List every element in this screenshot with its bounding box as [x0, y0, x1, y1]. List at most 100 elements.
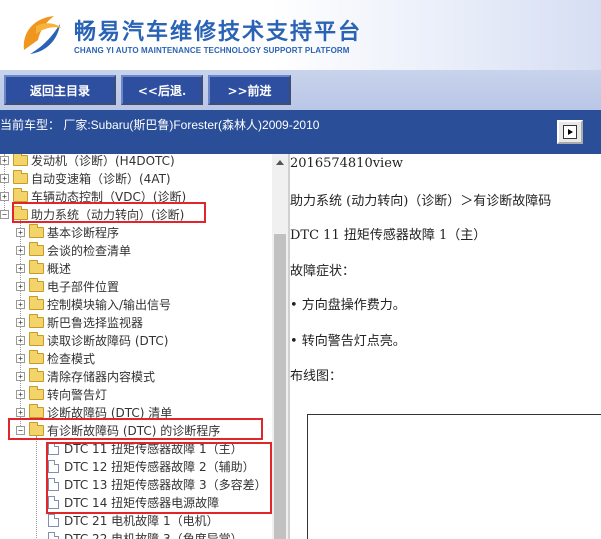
folder-icon — [29, 349, 44, 364]
document-icon — [48, 495, 59, 509]
tree-item-transmission[interactable]: + 自动变速箱（诊断）(4AT) — [0, 169, 171, 187]
document-icon — [48, 513, 59, 527]
expand-icon — [563, 125, 577, 139]
tree-item-label: 读取诊断故障码 (DTC) — [47, 333, 169, 348]
tree-item-label: 发动机（诊断）(H4DOTC) — [31, 154, 175, 168]
tree-item-label: 基本诊断程序 — [47, 225, 120, 240]
tree-item-label: 诊断故障码 (DTC) 清单 — [47, 405, 173, 420]
tree-item-dtc-procedures[interactable]: − 有诊断故障码 (DTC) 的诊断程序 — [16, 421, 220, 439]
dtc-title: DTC 11 扭矩传感器故障 1（主） — [290, 228, 487, 243]
tree-item-power-steering[interactable]: − 助力系统（动力转向）(诊断) — [0, 205, 184, 223]
tree-item[interactable]: + 读取诊断故障码 (DTC) — [16, 331, 168, 349]
home-button[interactable]: 返回主目录 — [4, 75, 116, 105]
tree-item-label: DTC 13 扭矩传感器故障 3（多容差） — [64, 477, 267, 492]
tree-item[interactable]: + 电子部件位置 — [16, 277, 119, 295]
app-title: 畅易汽车维修技术支持平台 — [74, 20, 363, 45]
folder-icon — [29, 241, 44, 256]
tree-item[interactable]: + 检查模式 — [16, 349, 95, 367]
symptom-item: • 方向盘操作费力。 — [290, 298, 406, 313]
expand-icon[interactable]: + — [16, 371, 25, 381]
folder-icon — [29, 403, 44, 418]
symptom-item: • 转向警告灯点亮。 — [290, 334, 406, 349]
toggle-pane-button[interactable] — [557, 120, 583, 144]
tree-item-label: DTC 12 扭矩传感器故障 2（辅助） — [64, 459, 255, 474]
symptom-label: 故障症状： — [290, 264, 356, 279]
tree-item[interactable]: + 诊断故障码 (DTC) 清单 — [16, 403, 172, 421]
tree-doc-dtc-14[interactable]: DTC 14 扭矩传感器电源故障 — [48, 493, 219, 511]
tree-doc-dtc-21[interactable]: DTC 21 电机故障 1（电机） — [48, 511, 219, 529]
document-icon — [48, 459, 59, 473]
folder-icon — [13, 169, 28, 184]
expand-icon[interactable]: + — [16, 407, 25, 417]
tree-item-label: 转向警告灯 — [47, 387, 108, 402]
expand-icon[interactable]: + — [16, 299, 25, 309]
forward-button[interactable]: >>前进 — [208, 75, 291, 105]
expand-icon[interactable]: + — [16, 317, 25, 327]
vehicle-bar: 当前车型： 厂家:Subaru(斯巴鲁)Forester(森林人)2009-20… — [0, 110, 601, 154]
folder-icon — [13, 154, 28, 166]
document-icon — [48, 441, 59, 455]
tree-item-label: 清除存储器内容模式 — [47, 369, 156, 384]
tree-item[interactable]: + 概述 — [16, 259, 71, 277]
tree-item-label: DTC 11 扭矩传感器故障 1（主） — [64, 441, 243, 456]
app-subtitle: CHANG YI AUTO MAINTENANCE TECHNOLOGY SUP… — [74, 46, 350, 55]
tree-item-label: 控制模块输入/输出信号 — [47, 297, 172, 312]
tree-doc-dtc-22[interactable]: DTC 22 电机故障 3（角度异常） — [48, 529, 243, 539]
folder-open-icon — [13, 205, 28, 220]
content-pane: 2016574810view 助力系统 (动力转向)（诊断）＞有诊断故障码 DT… — [290, 154, 601, 539]
tree-item-label: 电子部件位置 — [47, 279, 120, 294]
expand-icon[interactable]: + — [16, 227, 25, 237]
expand-icon[interactable]: + — [16, 335, 25, 345]
view-id: 2016574810view — [290, 156, 404, 171]
tree-scrollbar[interactable] — [272, 154, 288, 539]
tree-item[interactable]: + 转向警告灯 — [16, 385, 107, 403]
tree-item-label: 助力系统（动力转向）(诊断) — [31, 207, 185, 222]
expand-icon[interactable]: + — [0, 173, 9, 183]
tree-item[interactable]: + 清除存储器内容模式 — [16, 367, 155, 385]
tree-item[interactable]: + 会谈的检查清单 — [16, 241, 131, 259]
folder-icon — [29, 331, 44, 346]
folder-icon — [29, 223, 44, 238]
folder-icon — [29, 367, 44, 382]
document-icon — [48, 531, 59, 539]
tree-item-label: DTC 14 扭矩传感器电源故障 — [64, 495, 220, 510]
breadcrumb: 助力系统 (动力转向)（诊断）＞有诊断故障码 — [290, 194, 552, 209]
tree-item[interactable]: + 斯巴鲁选择监视器 — [16, 313, 143, 331]
tree-item[interactable]: + 控制模块输入/输出信号 — [16, 295, 171, 313]
folder-open-icon — [29, 421, 44, 436]
scroll-up-icon[interactable] — [272, 154, 288, 170]
folder-icon — [29, 295, 44, 310]
expand-icon[interactable]: + — [0, 155, 9, 165]
tree-item-vdc[interactable]: + 车辆动态控制（VDC）(诊断) — [0, 187, 186, 205]
folder-icon — [29, 277, 44, 292]
collapse-icon[interactable]: − — [0, 209, 9, 219]
expand-icon[interactable]: + — [16, 245, 25, 255]
tree-item-label: DTC 21 电机故障 1（电机） — [64, 513, 219, 528]
expand-icon[interactable]: + — [16, 353, 25, 363]
expand-icon[interactable]: + — [16, 263, 25, 273]
tree-item-engine[interactable]: + 发动机（诊断）(H4DOTC) — [0, 154, 175, 169]
back-button[interactable]: <<后退. — [121, 75, 203, 105]
tree-item-label: 斯巴鲁选择监视器 — [47, 315, 144, 330]
tree-doc-dtc-13[interactable]: DTC 13 扭矩传感器故障 3（多容差） — [48, 475, 267, 493]
collapse-icon[interactable]: − — [16, 425, 25, 435]
wiring-diagram — [307, 414, 601, 539]
navigation-tree: + 发动机（诊断）(H4DOTC) + 自动变速箱（诊断）(4AT) + 车辆动态控制… — [0, 154, 272, 539]
tree-item-label: 概述 — [47, 261, 72, 276]
folder-icon — [29, 259, 44, 274]
expand-icon[interactable]: + — [16, 281, 25, 291]
tree-item-label: 自动变速箱（诊断）(4AT) — [31, 171, 171, 186]
tree-doc-dtc-11[interactable]: DTC 11 扭矩传感器故障 1（主） — [48, 439, 243, 457]
scroll-thumb[interactable] — [274, 234, 286, 539]
tree-item-label: 会谈的检查清单 — [47, 243, 132, 258]
tree-doc-dtc-12[interactable]: DTC 12 扭矩传感器故障 2（辅助） — [48, 457, 255, 475]
tree-item-label: 有诊断故障码 (DTC) 的诊断程序 — [47, 423, 221, 438]
app-header: 畅易汽车维修技术支持平台 CHANG YI AUTO MAINTENANCE T… — [0, 0, 601, 70]
document-icon — [48, 477, 59, 491]
tree-item-label: DTC 22 电机故障 3（角度异常） — [64, 531, 243, 539]
tree-item-label: 检查模式 — [47, 351, 96, 366]
expand-icon[interactable]: + — [0, 191, 9, 201]
tree-item-label: 车辆动态控制（VDC）(诊断) — [31, 189, 187, 204]
expand-icon[interactable]: + — [16, 389, 25, 399]
tree-item[interactable]: + 基本诊断程序 — [16, 223, 119, 241]
